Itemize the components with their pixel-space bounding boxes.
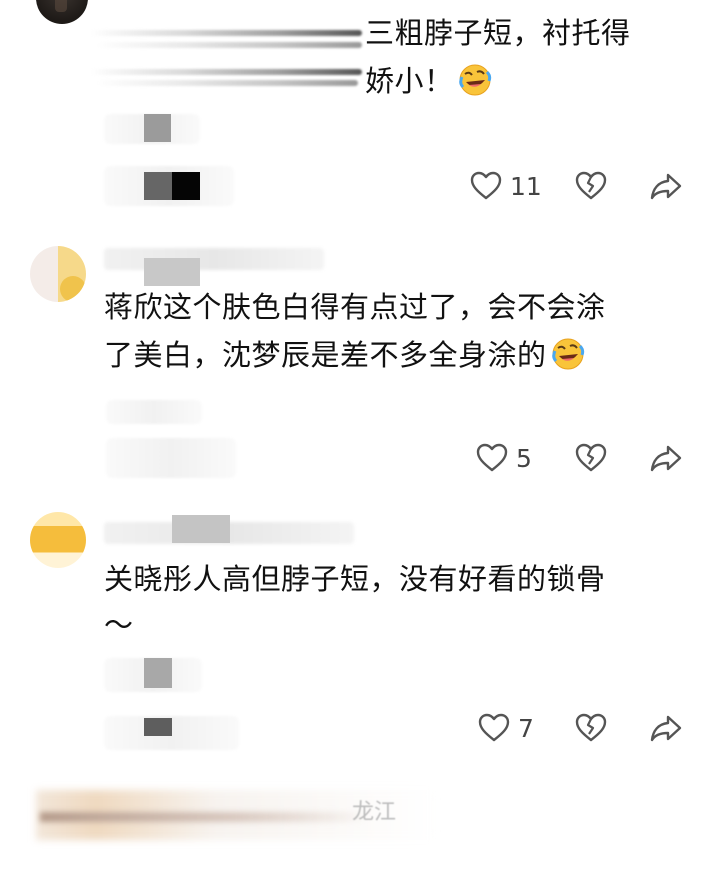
comment-thread: 三粗脖子短，衬托得 娇小！ 11 蒋欣这个肤色白得有点过了，会不会涂 了美白，沈… [0, 0, 720, 879]
like-count: 7 [518, 713, 534, 743]
share-button[interactable] [650, 436, 682, 480]
redacted-next-comment-streak [40, 812, 370, 822]
redacted-username [104, 248, 324, 270]
comment-text: 三粗脖子短，衬托得 [365, 14, 631, 52]
redacted-meta [106, 400, 202, 424]
comment-text: 娇小！ [365, 62, 492, 100]
like-button[interactable]: 7 [478, 706, 534, 750]
share-arrow-icon [650, 713, 682, 743]
comment-actions: 11 [0, 164, 720, 208]
rolling-laughing-emoji [458, 63, 492, 97]
redacted-pixel [172, 515, 230, 543]
comment-text: 了美白，沈梦辰是差不多全身涂的 [104, 336, 585, 374]
share-button[interactable] [650, 164, 682, 208]
rolling-laughing-emoji [551, 337, 585, 371]
like-count: 11 [510, 171, 542, 201]
comment-text: 蒋欣这个肤色白得有点过了，会不会涂 [104, 288, 606, 326]
broken-heart-icon [575, 171, 607, 201]
share-button[interactable] [650, 706, 682, 750]
dislike-button[interactable] [575, 706, 607, 750]
comment-line: 了美白，沈梦辰是差不多全身涂的 [104, 338, 547, 372]
comment-actions: 7 [0, 706, 720, 750]
like-count: 5 [516, 443, 532, 473]
comment-actions: 5 [0, 436, 720, 480]
redacted-username-streak [96, 80, 358, 86]
share-arrow-icon [650, 443, 682, 473]
comment-line: 蒋欣这个肤色白得有点过了，会不会涂 [104, 290, 606, 324]
comment-line: 关晓彤人高但脖子短，没有好看的锁骨 [104, 562, 606, 596]
heart-outline-icon [476, 443, 508, 473]
share-arrow-icon [650, 171, 682, 201]
like-button[interactable]: 5 [476, 436, 532, 480]
user-avatar[interactable] [36, 0, 88, 24]
redacted-username-streak [90, 69, 362, 75]
comment-line: 三粗脖子短，衬托得 [365, 16, 631, 50]
broken-heart-icon [575, 443, 607, 473]
heart-outline-icon [478, 713, 510, 743]
redacted-username-streak [90, 30, 362, 36]
redacted-pixel [144, 114, 171, 142]
broken-heart-icon [575, 713, 607, 743]
heart-outline-icon [470, 171, 502, 201]
redacted-pixel [144, 658, 172, 688]
user-avatar[interactable] [30, 246, 86, 302]
user-avatar[interactable] [30, 512, 86, 568]
comment-text: ～ [104, 606, 134, 644]
comment-line: ～ [104, 608, 134, 642]
redacted-pixel [144, 258, 200, 286]
like-button[interactable]: 11 [470, 164, 542, 208]
dislike-button[interactable] [575, 436, 607, 480]
comment-text: 关晓彤人高但脖子短，没有好看的锁骨 [104, 560, 606, 598]
dislike-button[interactable] [575, 164, 607, 208]
comment-line: 娇小！ [365, 64, 454, 98]
partial-location-text: 龙江 [352, 800, 397, 825]
redacted-username-streak [96, 42, 362, 48]
